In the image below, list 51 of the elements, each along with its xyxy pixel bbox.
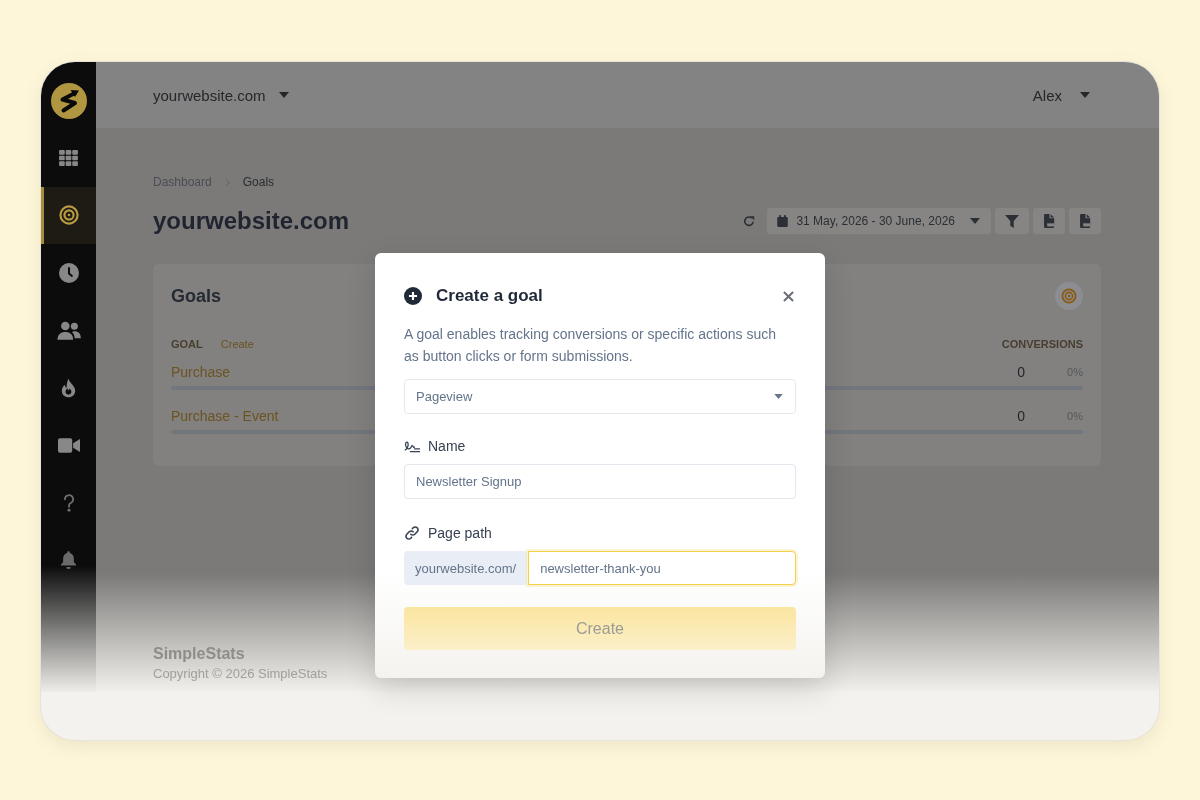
card-title: Goals <box>171 285 222 307</box>
column-header: GOAL <box>171 337 203 351</box>
path-input[interactable]: newsletter-thank-you <box>528 551 796 585</box>
clock-icon <box>58 262 79 283</box>
name-input[interactable]: Newsletter Signup <box>404 464 796 499</box>
modal-title: Create a goal <box>436 286 544 306</box>
caret-icon <box>1080 92 1090 98</box>
signature-icon <box>404 439 420 453</box>
modal-description: A goal enables tracking conversions or specific actions such as button clicks or form submissions. <box>404 325 777 366</box>
file-icon <box>1079 214 1091 228</box>
filter-button[interactable] <box>995 208 1029 234</box>
grid-icon <box>59 149 78 166</box>
target-icon <box>58 205 79 226</box>
filter-icon <box>1005 214 1019 228</box>
goal-link[interactable]: Purchase <box>171 364 231 380</box>
conversion-count: 0 <box>1017 408 1025 424</box>
caret-icon <box>774 394 783 399</box>
goal-type-select[interactable]: Pageview <box>404 379 796 414</box>
page-title: yourwebsite.com <box>153 206 350 236</box>
field-label: Page path <box>428 524 492 542</box>
create-link[interactable]: Create <box>220 337 254 351</box>
plus-circle-icon <box>404 287 422 305</box>
close-button[interactable] <box>783 290 794 302</box>
export-button[interactable] <box>1069 208 1101 234</box>
user-menu[interactable]: Alex <box>1032 86 1090 104</box>
column-header: CONVERSIONS <box>1001 337 1083 351</box>
field-label: Name <box>428 437 466 455</box>
calendar-icon <box>777 215 789 227</box>
bell-icon <box>60 550 77 570</box>
help-icon <box>62 493 75 512</box>
sidebar-item[interactable] <box>41 186 96 244</box>
flame-icon <box>60 377 77 398</box>
breadcrumb-current: Goals <box>242 174 275 190</box>
close-icon <box>783 290 794 302</box>
video-camera-icon <box>57 437 80 453</box>
date-range-button[interactable]: 31 May, 2026 - 30 June, 2026 <box>767 208 991 234</box>
target-icon <box>1055 282 1083 310</box>
refresh-icon[interactable] <box>743 215 756 227</box>
footer-brand: SimpleStats <box>153 644 245 664</box>
caret-icon <box>970 218 980 224</box>
copyright-text: Copyright © 2026 SimpleStats <box>153 665 328 683</box>
caret-icon <box>278 92 289 98</box>
site-selector[interactable]: yourwebsite.com <box>153 86 289 104</box>
create-button[interactable]: Create <box>404 607 796 650</box>
url-prefix: yourwebsite.com/ <box>404 551 528 585</box>
logo-icon[interactable] <box>50 83 87 119</box>
link-icon <box>404 525 420 541</box>
file-icon <box>1043 214 1055 228</box>
conversion-count: 0 <box>1017 364 1025 380</box>
users-icon <box>56 320 81 340</box>
export-button[interactable] <box>1033 208 1065 234</box>
